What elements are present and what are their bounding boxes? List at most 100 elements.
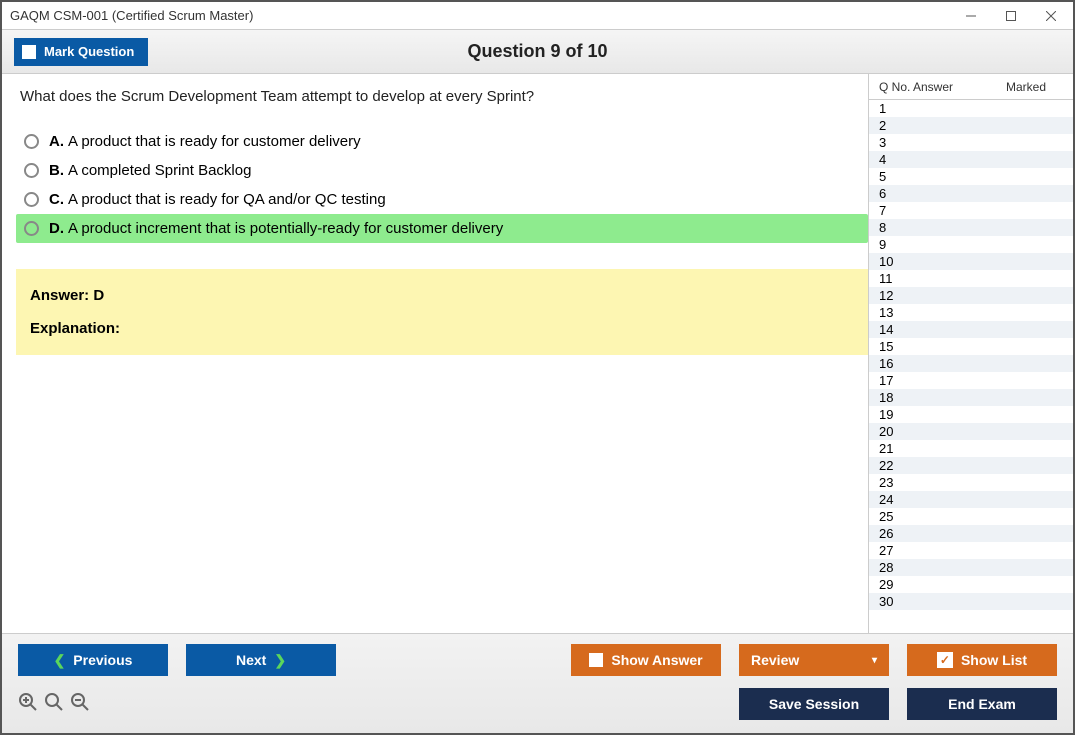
- question-list-row[interactable]: 30: [869, 593, 1073, 610]
- question-list-row[interactable]: 6: [869, 185, 1073, 202]
- show-answer-button[interactable]: Show Answer: [571, 644, 721, 676]
- row-qno: 26: [873, 526, 913, 541]
- zoom-reset-icon[interactable]: [18, 692, 38, 717]
- close-button[interactable]: [1031, 5, 1071, 27]
- question-list-row[interactable]: 20: [869, 423, 1073, 440]
- minimize-icon: [966, 11, 976, 21]
- question-list-row[interactable]: 17: [869, 372, 1073, 389]
- question-list-row[interactable]: 23: [869, 474, 1073, 491]
- question-list-row[interactable]: 5: [869, 168, 1073, 185]
- show-answer-label: Show Answer: [611, 652, 702, 668]
- options-list: A. A product that is ready for customer …: [16, 127, 868, 243]
- row-qno: 28: [873, 560, 913, 575]
- review-button[interactable]: Review ▾: [739, 644, 889, 676]
- radio-icon: [24, 163, 39, 178]
- row-qno: 5: [873, 169, 913, 184]
- save-session-label: Save Session: [769, 696, 859, 712]
- question-list-row[interactable]: 26: [869, 525, 1073, 542]
- zoom-in-icon[interactable]: [44, 692, 64, 717]
- row-qno: 29: [873, 577, 913, 592]
- question-pane: What does the Scrum Development Team att…: [2, 74, 868, 633]
- save-session-button[interactable]: Save Session: [739, 688, 889, 720]
- row-qno: 23: [873, 475, 913, 490]
- row-qno: 3: [873, 135, 913, 150]
- question-list-row[interactable]: 18: [869, 389, 1073, 406]
- maximize-button[interactable]: [991, 5, 1031, 27]
- row-qno: 15: [873, 339, 913, 354]
- row-qno: 24: [873, 492, 913, 507]
- radio-icon: [24, 221, 39, 236]
- row-qno: 20: [873, 424, 913, 439]
- question-counter: Question 9 of 10: [467, 41, 607, 62]
- question-list-header: Q No. Answer Marked: [869, 74, 1073, 100]
- question-list-row[interactable]: 27: [869, 542, 1073, 559]
- end-exam-button[interactable]: End Exam: [907, 688, 1057, 720]
- option-letter: B.: [49, 162, 64, 179]
- minimize-button[interactable]: [951, 5, 991, 27]
- mark-question-label: Mark Question: [44, 44, 134, 59]
- question-list-row[interactable]: 12: [869, 287, 1073, 304]
- row-qno: 11: [873, 271, 913, 286]
- footer-row-1: ❮ Previous Next ❯ Show Answer Review ▾ ✓…: [18, 644, 1057, 676]
- explanation-label: Explanation:: [30, 320, 854, 337]
- question-list-row[interactable]: 1: [869, 100, 1073, 117]
- question-list-row[interactable]: 10: [869, 253, 1073, 270]
- footer: ❮ Previous Next ❯ Show Answer Review ▾ ✓…: [2, 633, 1073, 733]
- question-list-row[interactable]: 29: [869, 576, 1073, 593]
- header-qno: Q No.: [873, 80, 913, 94]
- row-qno: 2: [873, 118, 913, 133]
- question-list-row[interactable]: 19: [869, 406, 1073, 423]
- row-qno: 10: [873, 254, 913, 269]
- window-controls: [951, 5, 1071, 27]
- question-list-row[interactable]: 14: [869, 321, 1073, 338]
- question-list-row[interactable]: 28: [869, 559, 1073, 576]
- row-qno: 19: [873, 407, 913, 422]
- question-list-row[interactable]: 25: [869, 508, 1073, 525]
- question-list-row[interactable]: 8: [869, 219, 1073, 236]
- next-button[interactable]: Next ❯: [186, 644, 336, 676]
- previous-label: Previous: [73, 652, 132, 668]
- question-list-row[interactable]: 16: [869, 355, 1073, 372]
- checkbox-icon: [22, 45, 36, 59]
- checkbox-checked-icon: ✓: [937, 652, 953, 668]
- question-list-row[interactable]: 21: [869, 440, 1073, 457]
- question-list-row[interactable]: 13: [869, 304, 1073, 321]
- question-list-row[interactable]: 4: [869, 151, 1073, 168]
- main-area: What does the Scrum Development Team att…: [2, 74, 1073, 633]
- option-b[interactable]: B. A completed Sprint Backlog: [16, 156, 868, 185]
- question-list-row[interactable]: 7: [869, 202, 1073, 219]
- question-list[interactable]: 1234567891011121314151617181920212223242…: [869, 100, 1073, 633]
- question-list-row[interactable]: 15: [869, 338, 1073, 355]
- answer-line: Answer: D: [30, 287, 854, 304]
- row-qno: 4: [873, 152, 913, 167]
- option-letter: D.: [49, 220, 64, 237]
- question-list-row[interactable]: 24: [869, 491, 1073, 508]
- row-qno: 1: [873, 101, 913, 116]
- option-c[interactable]: C. A product that is ready for QA and/or…: [16, 185, 868, 214]
- row-qno: 27: [873, 543, 913, 558]
- row-qno: 8: [873, 220, 913, 235]
- question-list-row[interactable]: 3: [869, 134, 1073, 151]
- show-list-label: Show List: [961, 652, 1027, 668]
- question-list-row[interactable]: 22: [869, 457, 1073, 474]
- end-exam-label: End Exam: [948, 696, 1016, 712]
- row-qno: 21: [873, 441, 913, 456]
- row-qno: 6: [873, 186, 913, 201]
- answer-box: Answer: D Explanation:: [16, 269, 868, 355]
- header-answer: Answer: [913, 80, 983, 94]
- question-list-row[interactable]: 2: [869, 117, 1073, 134]
- option-a[interactable]: A. A product that is ready for customer …: [16, 127, 868, 156]
- zoom-out-icon[interactable]: [70, 692, 90, 717]
- question-list-row[interactable]: 11: [869, 270, 1073, 287]
- row-qno: 16: [873, 356, 913, 371]
- row-qno: 13: [873, 305, 913, 320]
- header-marked: Marked: [983, 80, 1069, 94]
- show-list-button[interactable]: ✓ Show List: [907, 644, 1057, 676]
- option-d[interactable]: D. A product increment that is potential…: [16, 214, 868, 243]
- window-title: GAQM CSM-001 (Certified Scrum Master): [10, 8, 253, 23]
- option-text: A product increment that is potentially-…: [68, 220, 503, 237]
- mark-question-button[interactable]: Mark Question: [14, 38, 148, 66]
- question-list-row[interactable]: 9: [869, 236, 1073, 253]
- previous-button[interactable]: ❮ Previous: [18, 644, 168, 676]
- titlebar: GAQM CSM-001 (Certified Scrum Master): [2, 2, 1073, 30]
